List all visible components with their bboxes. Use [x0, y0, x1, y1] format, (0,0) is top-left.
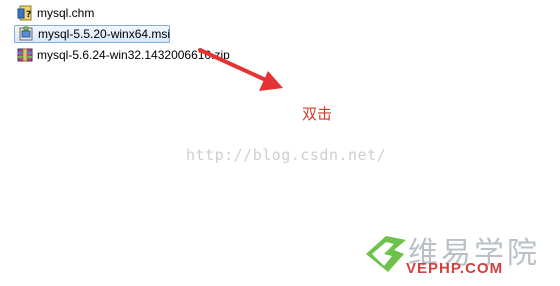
- logo-english-text: VEPHP.COM: [406, 260, 504, 277]
- leaf-logo-icon: [366, 236, 406, 272]
- site-logo: 维易学院 VEPHP.COM: [364, 222, 554, 282]
- double-click-annotation: 双击: [302, 105, 333, 123]
- watermark-url: http://blog.csdn.net/: [186, 146, 387, 164]
